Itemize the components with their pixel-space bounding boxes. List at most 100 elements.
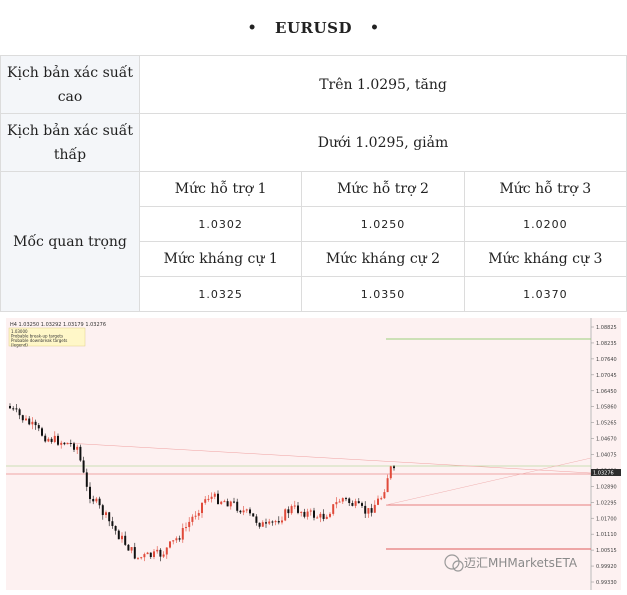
candle-body xyxy=(204,499,207,503)
candle-body xyxy=(188,521,191,528)
support-3-value: 1.0200 xyxy=(463,206,627,242)
candle-body xyxy=(191,516,194,522)
support-1-header: Mức hỗ trợ 1 xyxy=(138,171,303,207)
candle-body xyxy=(53,435,56,442)
candle-body xyxy=(370,508,373,513)
candle-body xyxy=(44,435,47,442)
candle-body xyxy=(357,501,360,504)
price-tag-label: 1.03276 xyxy=(593,471,614,477)
candle-body xyxy=(15,408,18,410)
chart-info-line: H4 1.03250 1.03292 1.03179 1.03276 xyxy=(10,322,106,328)
candle-body xyxy=(233,501,235,503)
resistance-3-value: 1.0370 xyxy=(463,276,627,312)
scenario-table: Kịch bản xác suất cao Trên 1.0295, tăng … xyxy=(0,55,627,312)
candle-body xyxy=(217,493,219,504)
scenario-high-label: Kịch bản xác suất cao xyxy=(0,55,140,114)
candle-body xyxy=(332,504,335,514)
candle-body xyxy=(345,498,347,500)
candle-body xyxy=(181,528,184,540)
resistance-1-value: 1.0325 xyxy=(138,276,303,312)
candle-body xyxy=(140,557,143,559)
candle-body xyxy=(47,438,50,442)
candle-body xyxy=(130,547,133,551)
candle-body xyxy=(242,510,245,513)
candle-body xyxy=(207,498,210,500)
scenario-high-value: Trên 1.0295, tăng xyxy=(139,55,627,114)
candle-body xyxy=(226,501,229,507)
candle-body xyxy=(159,549,162,557)
candle-body xyxy=(322,513,325,519)
support-1-value: 1.0302 xyxy=(138,206,303,242)
candle-body xyxy=(306,511,309,517)
candle-body xyxy=(50,438,53,442)
candle-body xyxy=(172,540,175,542)
candle-body xyxy=(197,513,200,516)
candle-body xyxy=(69,442,72,444)
candle-body xyxy=(108,512,111,522)
candle-body xyxy=(364,505,367,514)
candle-body xyxy=(25,418,27,421)
candle-body xyxy=(194,515,197,517)
candle-body xyxy=(137,557,139,559)
tick-label: 1.04670 xyxy=(596,437,617,443)
candle-body xyxy=(95,498,98,502)
candle-body xyxy=(290,506,293,514)
candle-body xyxy=(121,535,123,540)
candle-body xyxy=(249,509,251,514)
candle-body xyxy=(28,418,31,425)
scenario-low-value: Dưới 1.0295, giảm xyxy=(139,113,627,172)
resistance-2-value: 1.0350 xyxy=(301,276,465,312)
candle-body xyxy=(201,502,203,514)
resistance-3-header: Mức kháng cự 3 xyxy=(463,241,627,277)
candle-body xyxy=(383,492,386,499)
tick-label: 1.06450 xyxy=(596,389,617,395)
tick-label: 1.00515 xyxy=(596,548,617,554)
candle-body xyxy=(373,504,376,513)
tick-label: 1.01110 xyxy=(596,532,617,538)
candle-body xyxy=(303,511,306,517)
candle-body xyxy=(261,522,264,527)
candle-body xyxy=(85,472,88,487)
candle-body xyxy=(329,513,331,517)
candle-body xyxy=(185,527,187,529)
candle-body xyxy=(389,466,392,479)
watermark: 迈汇MHMarketsETA xyxy=(444,554,578,572)
candle-body xyxy=(12,408,15,410)
tick-label: 1.08825 xyxy=(596,325,617,331)
tick-label: 1.08235 xyxy=(596,341,617,347)
candle-body xyxy=(89,486,91,499)
candle-body xyxy=(63,442,66,445)
tick-label: 1.07640 xyxy=(596,357,617,363)
watermark-text: 迈汇MHMarketsETA xyxy=(464,556,578,570)
current-price-tag: 1.03276 xyxy=(591,469,621,477)
candle-body xyxy=(268,521,271,524)
candle-body xyxy=(213,493,216,497)
candle-body xyxy=(255,516,258,523)
candle-body xyxy=(34,421,37,426)
candle-body xyxy=(229,501,232,507)
bullet-left: • xyxy=(247,19,258,36)
candle-body xyxy=(319,513,322,518)
candle-body xyxy=(351,503,354,506)
candle-body xyxy=(223,501,226,503)
candle-body xyxy=(210,496,213,499)
candle-body xyxy=(133,547,136,559)
candle-body xyxy=(338,501,341,503)
candle-body xyxy=(258,522,261,527)
candle-body xyxy=(274,521,277,523)
candle-body xyxy=(76,446,79,450)
candle-body xyxy=(386,478,389,493)
chart-legend: 1.03000Probable break-up targetsProbable… xyxy=(8,327,86,348)
candle-body xyxy=(9,406,11,409)
candle-body xyxy=(111,521,114,526)
candle-body xyxy=(287,509,290,514)
support-2-header: Mức hỗ trợ 2 xyxy=(301,171,465,207)
candle-body xyxy=(393,466,395,469)
candle-body xyxy=(245,509,248,511)
candle-body xyxy=(178,538,181,540)
candle-body xyxy=(325,516,328,519)
candle-body xyxy=(348,498,351,504)
candle-body xyxy=(92,498,95,502)
candle-body xyxy=(66,442,69,445)
candle-body xyxy=(79,446,82,461)
